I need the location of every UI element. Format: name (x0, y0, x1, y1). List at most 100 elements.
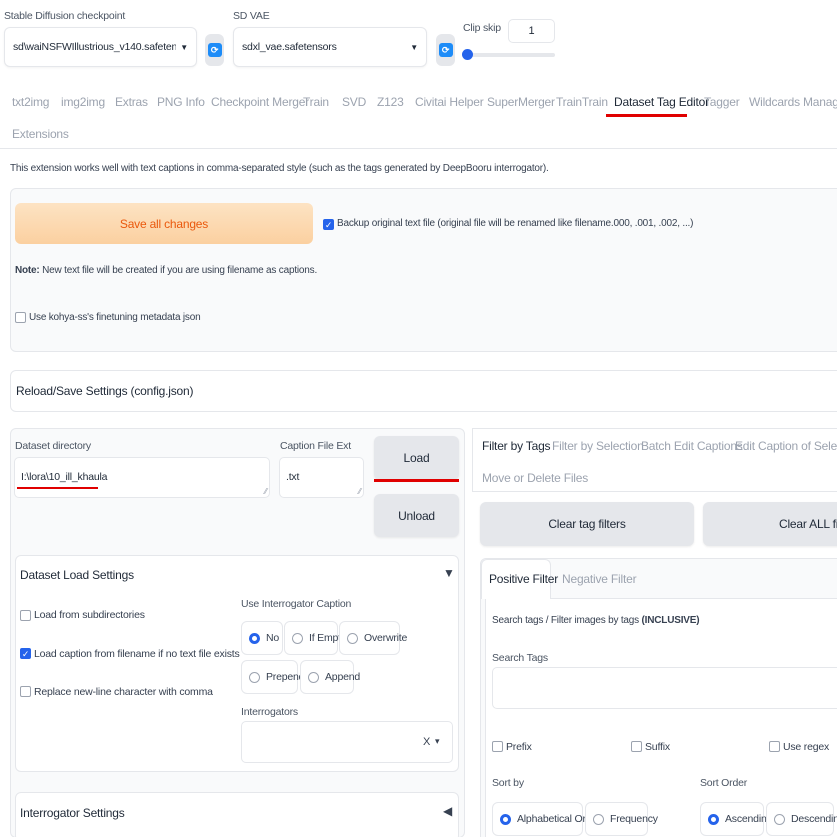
clip-skip-input[interactable]: 1 (508, 19, 555, 43)
radio-no[interactable]: No (241, 621, 283, 655)
dataset-directory-input[interactable]: I:\lora\10_ill_khaula ⁄⁄ (14, 457, 270, 498)
tab-positive-filter[interactable]: Positive Filter (489, 572, 558, 586)
tab-edit-caption-selected[interactable]: Edit Caption of Selected Im (735, 439, 837, 453)
vae-value: sdxl_vae.safetensors (242, 41, 337, 53)
radio-dot (249, 671, 260, 683)
radio-frequency-label: Frequency (610, 813, 658, 825)
tab-negative-filter[interactable]: Negative Filter (562, 572, 637, 586)
tab-tagger[interactable]: Tagger (704, 95, 740, 109)
kohya-label: Use kohya-ss's finetuning metadata json (29, 312, 201, 323)
tab-civitai-helper[interactable]: Civitai Helper (415, 95, 484, 109)
tab-png-info[interactable]: PNG Info (157, 95, 205, 109)
slider-handle[interactable] (462, 49, 473, 60)
collapse-arrow-icon[interactable]: ▼ (443, 566, 455, 580)
tab-batch-edit-captions[interactable]: Batch Edit Captions (641, 439, 743, 453)
tab-traintrain[interactable]: TrainTrain (556, 95, 608, 109)
tab-dataset-tag-editor[interactable]: Dataset Tag Editor (614, 95, 709, 109)
sort-order-label: Sort Order (700, 777, 748, 789)
radio-overwrite[interactable]: Overwrite (339, 621, 407, 655)
radio-frequency[interactable]: Frequency (585, 802, 658, 836)
subdirs-label: Load from subdirectories (34, 609, 145, 621)
tab-divider (472, 428, 473, 492)
prefix-checkbox[interactable] (492, 741, 503, 752)
caption-from-filename-checkbox[interactable]: ✓ (20, 648, 31, 659)
sort-by-label: Sort by (492, 777, 524, 789)
vae-dropdown[interactable]: sdxl_vae.safetensors ▼ (233, 27, 427, 67)
radio-overwrite-label: Overwrite (364, 632, 408, 644)
suffix-checkbox[interactable] (631, 741, 642, 752)
tab-img2img[interactable]: img2img (61, 95, 105, 109)
checkpoint-value: sd\waiNSFWIllustrious_v140.safetensors [… (13, 41, 176, 53)
clip-skip-slider[interactable] (465, 53, 555, 57)
dataset-load-settings-title[interactable]: Dataset Load Settings (20, 568, 134, 582)
radio-dot (593, 813, 604, 825)
radio-if-empty[interactable]: If Empty (284, 621, 346, 655)
caption-ext-input[interactable]: .txt ⁄⁄ (279, 457, 364, 498)
clear-tag-filters-button[interactable]: Clear tag filters (480, 502, 694, 546)
reload-save-label: Reload/Save Settings (config.json) (16, 384, 194, 398)
search-tags-input[interactable] (492, 667, 837, 709)
radio-prepend[interactable]: Prepend (241, 660, 305, 694)
use-regex-checkbox[interactable] (769, 741, 780, 752)
refresh-icon: ⟳ (207, 43, 222, 57)
tab-train[interactable]: Train (303, 95, 329, 109)
replace-newline-checkbox[interactable] (20, 686, 31, 697)
info-text: This extension works well with text capt… (10, 163, 549, 174)
prefix-label: Prefix (506, 741, 532, 753)
tab-svd[interactable]: SVD (342, 95, 366, 109)
search-desc-text: Search tags / Filter images by tags (492, 615, 642, 626)
caption-ext-value: .txt (286, 471, 300, 483)
tab-filter-by-selection[interactable]: Filter by Selection (552, 439, 644, 453)
caption-ext-label: Caption File Ext (280, 440, 351, 452)
resize-handle-icon[interactable]: ⁄⁄ (265, 487, 268, 496)
caption-from-filename-label: Load caption from filename if no text fi… (34, 648, 240, 660)
backup-label: Backup original text file (original file… (337, 218, 694, 229)
tab-filter-by-tags[interactable]: Filter by Tags (482, 439, 551, 453)
chevron-down-icon[interactable]: ▾ (435, 736, 440, 747)
suffix-label: Suffix (645, 741, 670, 753)
unload-button[interactable]: Unload (374, 494, 459, 537)
interrogators-dropdown[interactable]: X ▾ (241, 721, 453, 763)
vae-label: SD VAE (233, 10, 270, 22)
tab-divider (472, 428, 837, 429)
tab-supermerger[interactable]: SuperMerger (487, 95, 555, 109)
tab-txt2img[interactable]: txt2img (12, 95, 49, 109)
use-regex-label: Use regex (783, 741, 830, 753)
tab-move-delete-files[interactable]: Move or Delete Files (482, 471, 588, 485)
vae-refresh-button[interactable]: ⟳ (436, 34, 455, 66)
backup-checkbox[interactable]: ✓ (323, 219, 334, 230)
tab-checkpoint-merger[interactable]: Checkpoint Merger (211, 95, 309, 109)
search-description: Search tags / Filter images by tags (INC… (492, 615, 700, 626)
clear-all-filters-button[interactable]: Clear ALL filte (703, 502, 837, 546)
radio-dot (308, 671, 319, 683)
checkpoint-label: Stable Diffusion checkpoint (4, 10, 126, 22)
tab-extras[interactable]: Extras (115, 95, 148, 109)
kohya-checkbox[interactable] (15, 312, 26, 323)
save-all-changes-button[interactable]: Save all changes (15, 203, 313, 244)
dataset-directory-value: I:\lora\10_ill_khaula (21, 471, 108, 483)
radio-dot (708, 813, 719, 825)
radio-ascending[interactable]: Ascending (700, 802, 772, 836)
tab-extensions[interactable]: Extensions (12, 127, 69, 141)
note-body: New text file will be created if you are… (39, 265, 318, 276)
clear-icon[interactable]: X (423, 736, 430, 748)
red-underline-annotation (17, 487, 98, 489)
radio-append[interactable]: Append (300, 660, 360, 694)
collapse-arrow-icon[interactable]: ◀ (443, 804, 452, 818)
tab-z123[interactable]: Z123 (377, 95, 404, 109)
resize-handle-icon[interactable]: ⁄⁄ (359, 487, 362, 496)
subdirs-checkbox[interactable] (20, 610, 31, 621)
radio-append-label: Append (325, 671, 361, 683)
checkpoint-dropdown[interactable]: sd\waiNSFWIllustrious_v140.safetensors [… (4, 27, 197, 67)
load-button[interactable]: Load (374, 436, 459, 480)
checkpoint-refresh-button[interactable]: ⟳ (205, 34, 224, 66)
dataset-directory-label: Dataset directory (15, 440, 91, 452)
chevron-down-icon: ▼ (410, 42, 418, 52)
radio-descending[interactable]: Descending (766, 802, 837, 836)
radio-descending-label: Descending (791, 813, 837, 825)
interrogator-settings-title: Interrogator Settings (20, 806, 125, 820)
tab-wildcards-manager[interactable]: Wildcards Manager (749, 95, 837, 109)
radio-alphabetical-order[interactable]: Alphabetical Order (492, 802, 601, 836)
tab-divider (0, 148, 837, 149)
radio-dot (500, 813, 511, 825)
